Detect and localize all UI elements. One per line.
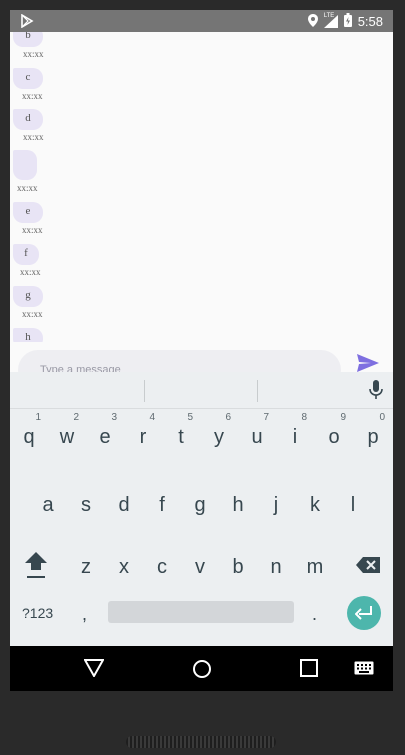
message-bubble[interactable]: c — [13, 68, 43, 89]
recents-icon — [300, 659, 318, 677]
backspace-key[interactable] — [350, 540, 386, 590]
message-list[interactable]: b xx:xx c xx:xx d xx:xx xx:xx e xx:xx f … — [10, 32, 393, 342]
message-bubble[interactable]: d — [13, 109, 43, 130]
network-type: LTE — [323, 13, 335, 19]
key-h[interactable]: h — [220, 478, 256, 528]
key-q[interactable]: 1q — [11, 410, 47, 460]
period-key[interactable]: . — [312, 604, 317, 625]
keyboard-icon — [354, 661, 374, 675]
keyboard-switch-button[interactable] — [354, 661, 374, 680]
home-button[interactable] — [192, 659, 212, 684]
key-v[interactable]: v — [182, 540, 218, 590]
key-c[interactable]: c — [144, 540, 180, 590]
key-l[interactable]: l — [335, 478, 371, 528]
key-m[interactable]: m — [297, 540, 333, 590]
mic-icon — [369, 380, 383, 399]
signal-icon: LTE — [323, 13, 338, 28]
space-bar[interactable] — [108, 601, 294, 623]
key-s[interactable]: s — [68, 478, 104, 528]
recents-button[interactable] — [300, 659, 318, 682]
keyboard: 1q 2w 3e 4r 5t 6y 7u 8i 9o 0p a s d f g … — [10, 372, 393, 646]
comma-key[interactable]: , — [82, 604, 87, 625]
speaker-grille — [126, 736, 276, 748]
message-bubble[interactable]: e — [13, 202, 43, 223]
send-icon — [357, 354, 379, 372]
key-g[interactable]: g — [182, 478, 218, 528]
suggestion-divider — [257, 380, 258, 402]
status-bar: LTE 5:58 — [10, 10, 393, 32]
screen: LTE 5:58 b xx:xx c xx:xx d xx:xx xx:xx e… — [10, 10, 393, 691]
back-icon — [83, 659, 105, 679]
location-icon — [307, 13, 318, 30]
message-time: xx:xx — [23, 132, 44, 142]
message-time: xx:xx — [22, 91, 43, 101]
key-y[interactable]: 6y — [201, 410, 237, 460]
battery-icon — [343, 13, 352, 30]
key-a[interactable]: a — [30, 478, 66, 528]
key-k[interactable]: k — [297, 478, 333, 528]
play-store-icon — [20, 13, 34, 33]
message-bubble[interactable]: h — [13, 328, 43, 342]
key-f[interactable]: f — [144, 478, 180, 528]
key-i[interactable]: 8i — [277, 410, 313, 460]
shift-key[interactable] — [18, 540, 54, 590]
shift-icon — [25, 552, 47, 578]
message-time: xx:xx — [20, 267, 41, 277]
key-w[interactable]: 2w — [49, 410, 85, 460]
key-b[interactable]: b — [220, 540, 256, 590]
key-t[interactable]: 5t — [163, 410, 199, 460]
key-d[interactable]: d — [106, 478, 142, 528]
message-bubble[interactable]: g — [13, 286, 43, 307]
key-z[interactable]: z — [68, 540, 104, 590]
status-icons: LTE 5:58 — [307, 13, 383, 30]
suggestion-bar — [10, 372, 393, 409]
key-x[interactable]: x — [106, 540, 142, 590]
key-j[interactable]: j — [258, 478, 294, 528]
backspace-icon — [356, 557, 380, 573]
navigation-bar — [10, 646, 393, 691]
message-bubble[interactable]: b — [13, 32, 43, 47]
message-time: xx:xx — [17, 183, 38, 193]
enter-icon — [355, 606, 372, 620]
back-button[interactable] — [83, 659, 105, 682]
key-p[interactable]: 0p — [355, 410, 391, 460]
suggestion-divider — [144, 380, 145, 402]
key-o[interactable]: 9o — [316, 410, 352, 460]
key-u[interactable]: 7u — [239, 410, 275, 460]
symbols-key[interactable]: ?123 — [22, 605, 53, 621]
key-r[interactable]: 4r — [125, 410, 161, 460]
enter-key[interactable] — [347, 596, 381, 630]
phone-frame: LTE 5:58 b xx:xx c xx:xx d xx:xx xx:xx e… — [0, 0, 405, 755]
home-icon — [193, 660, 211, 678]
message-bubble[interactable] — [13, 150, 37, 180]
mic-button[interactable] — [369, 380, 383, 405]
message-time: xx:xx — [22, 309, 43, 319]
message-time: xx:xx — [22, 225, 43, 235]
key-e[interactable]: 3e — [87, 410, 123, 460]
message-time: xx:xx — [23, 49, 44, 59]
clock: 5:58 — [357, 14, 383, 29]
message-bubble[interactable]: f — [13, 244, 39, 265]
key-n[interactable]: n — [258, 540, 294, 590]
